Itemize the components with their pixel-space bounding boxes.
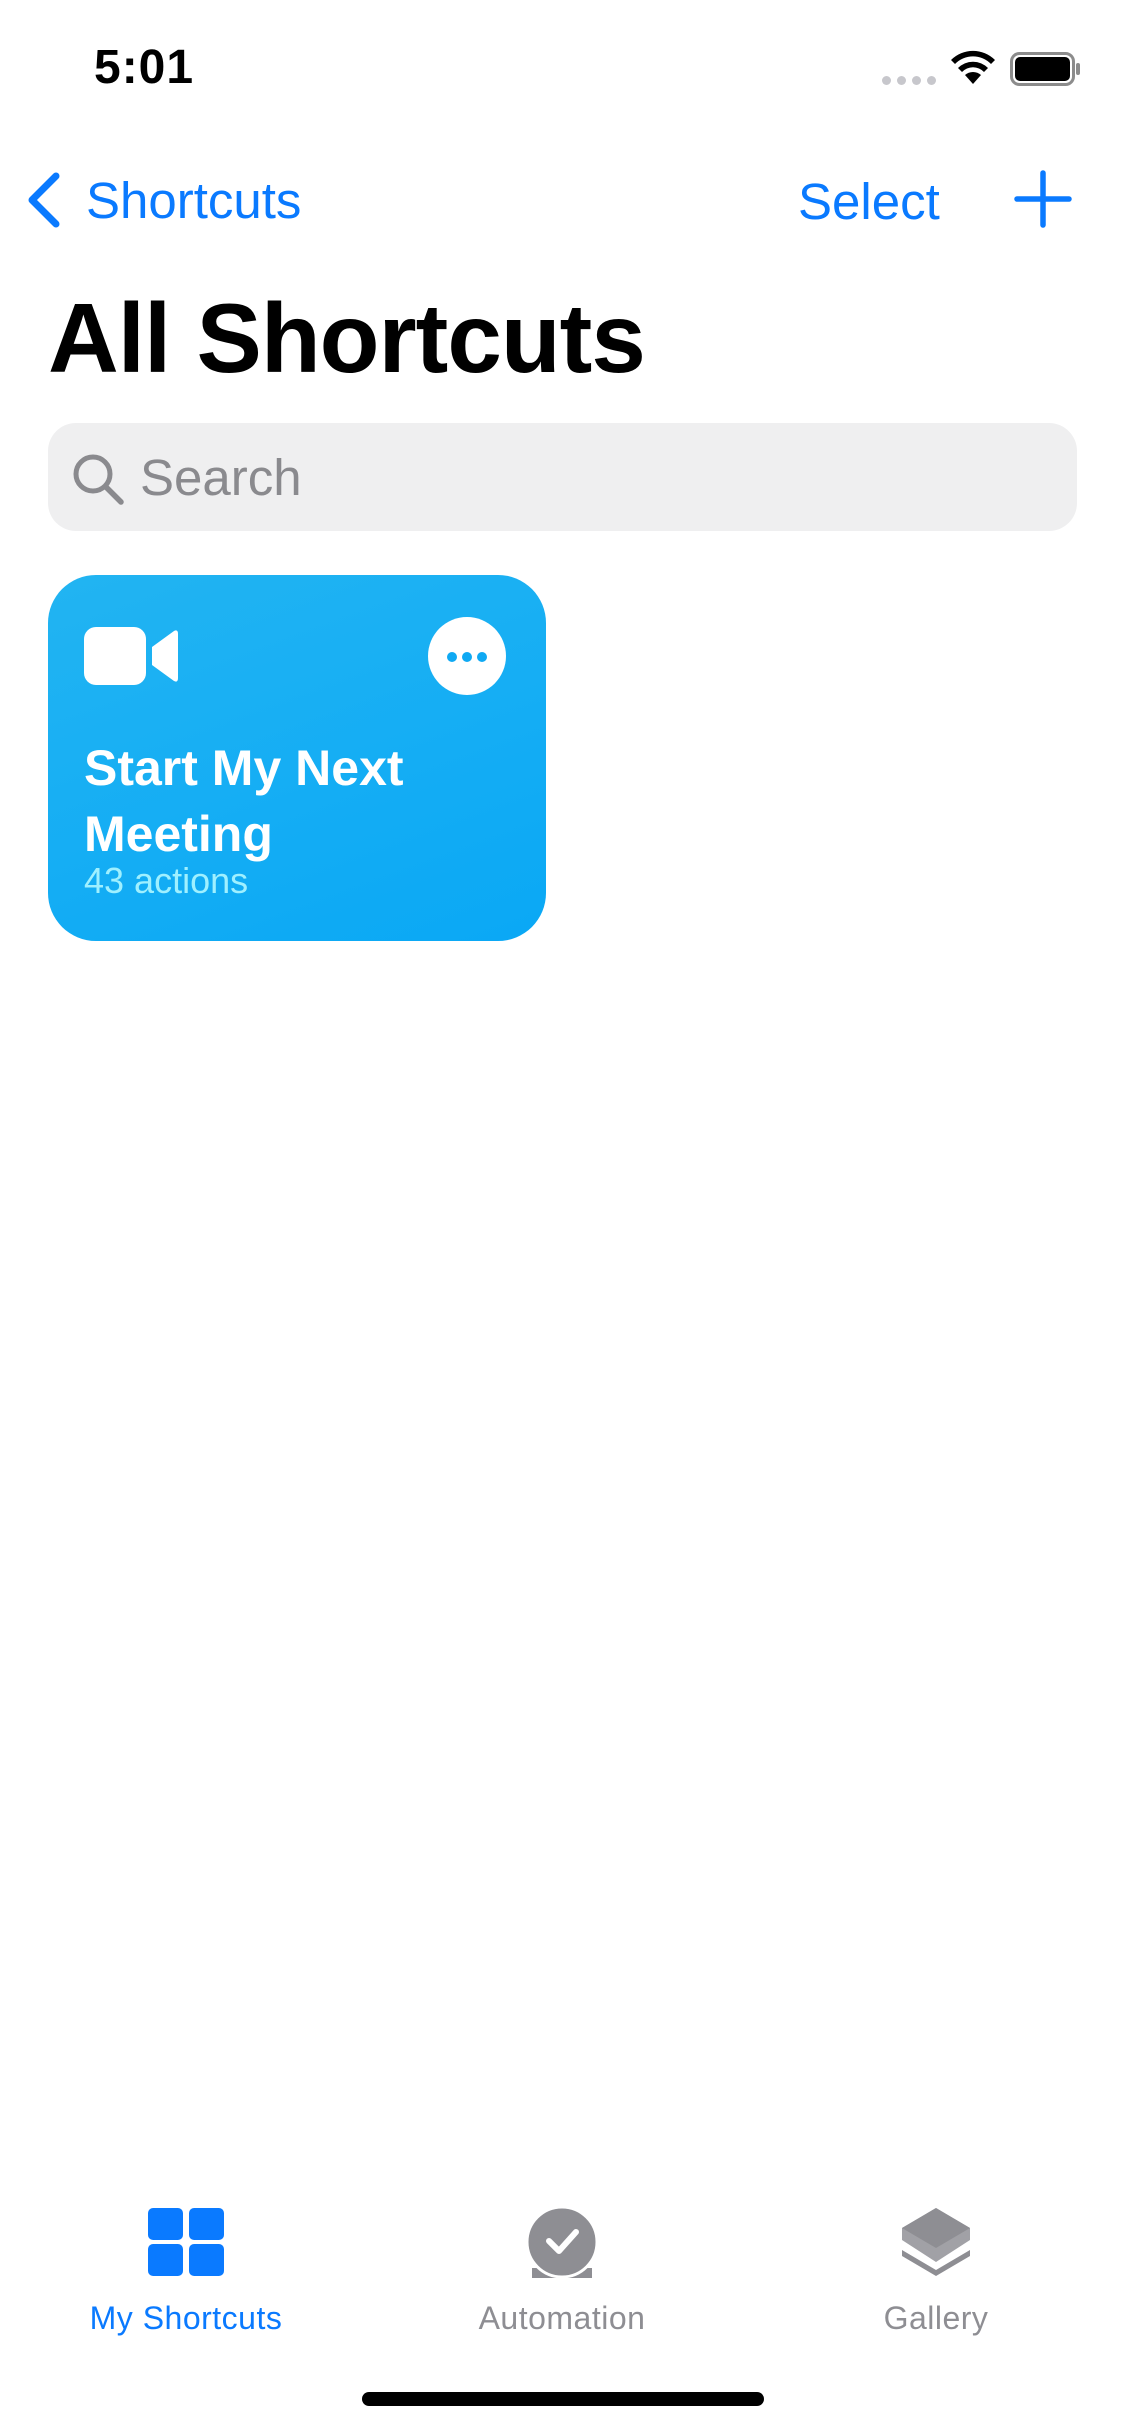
- status-time: 5:01: [94, 41, 195, 94]
- battery-icon: [1010, 52, 1080, 86]
- tab-automation[interactable]: Automation: [412, 2204, 712, 2344]
- select-button[interactable]: Select: [798, 172, 940, 231]
- cellular-signal-icon: [882, 76, 936, 85]
- shortcut-card-start-my-next-meeting[interactable]: Start My Next Meeting 43 actions: [48, 575, 546, 941]
- grid-icon: [148, 2208, 224, 2276]
- navigation-bar: Shortcuts Select: [0, 150, 1125, 250]
- tab-label: My Shortcuts: [89, 2300, 283, 2336]
- ellipsis-dot: [462, 652, 472, 662]
- ellipsis-dot: [447, 652, 457, 662]
- tab-label: Gallery: [883, 2300, 989, 2336]
- back-button[interactable]: Shortcuts: [24, 168, 301, 232]
- ellipsis-dot: [477, 652, 487, 662]
- more-options-button[interactable]: [428, 617, 506, 695]
- layers-icon: [902, 2208, 970, 2276]
- checkmark-clock-icon: [525, 2205, 599, 2279]
- tab-gallery[interactable]: Gallery: [786, 2204, 1086, 2344]
- chevron-left-icon: [28, 172, 60, 228]
- search-input[interactable]: [140, 423, 1040, 531]
- wifi-icon: [951, 50, 995, 84]
- status-bar: 5:01: [0, 0, 1125, 140]
- page-title: All Shortcuts: [48, 283, 646, 393]
- tab-label: Automation: [478, 2300, 646, 2336]
- search-bar[interactable]: [48, 423, 1077, 531]
- video-camera-icon: [84, 627, 178, 685]
- plus-icon[interactable]: [1014, 170, 1072, 228]
- back-button-label: Shortcuts: [86, 171, 302, 229]
- home-indicator[interactable]: [362, 2392, 764, 2406]
- tab-my-shortcuts[interactable]: My Shortcuts: [36, 2204, 336, 2344]
- search-icon: [73, 454, 124, 505]
- shortcut-action-count: 43 actions: [84, 860, 249, 901]
- shortcut-title: Start My Next Meeting: [84, 740, 404, 862]
